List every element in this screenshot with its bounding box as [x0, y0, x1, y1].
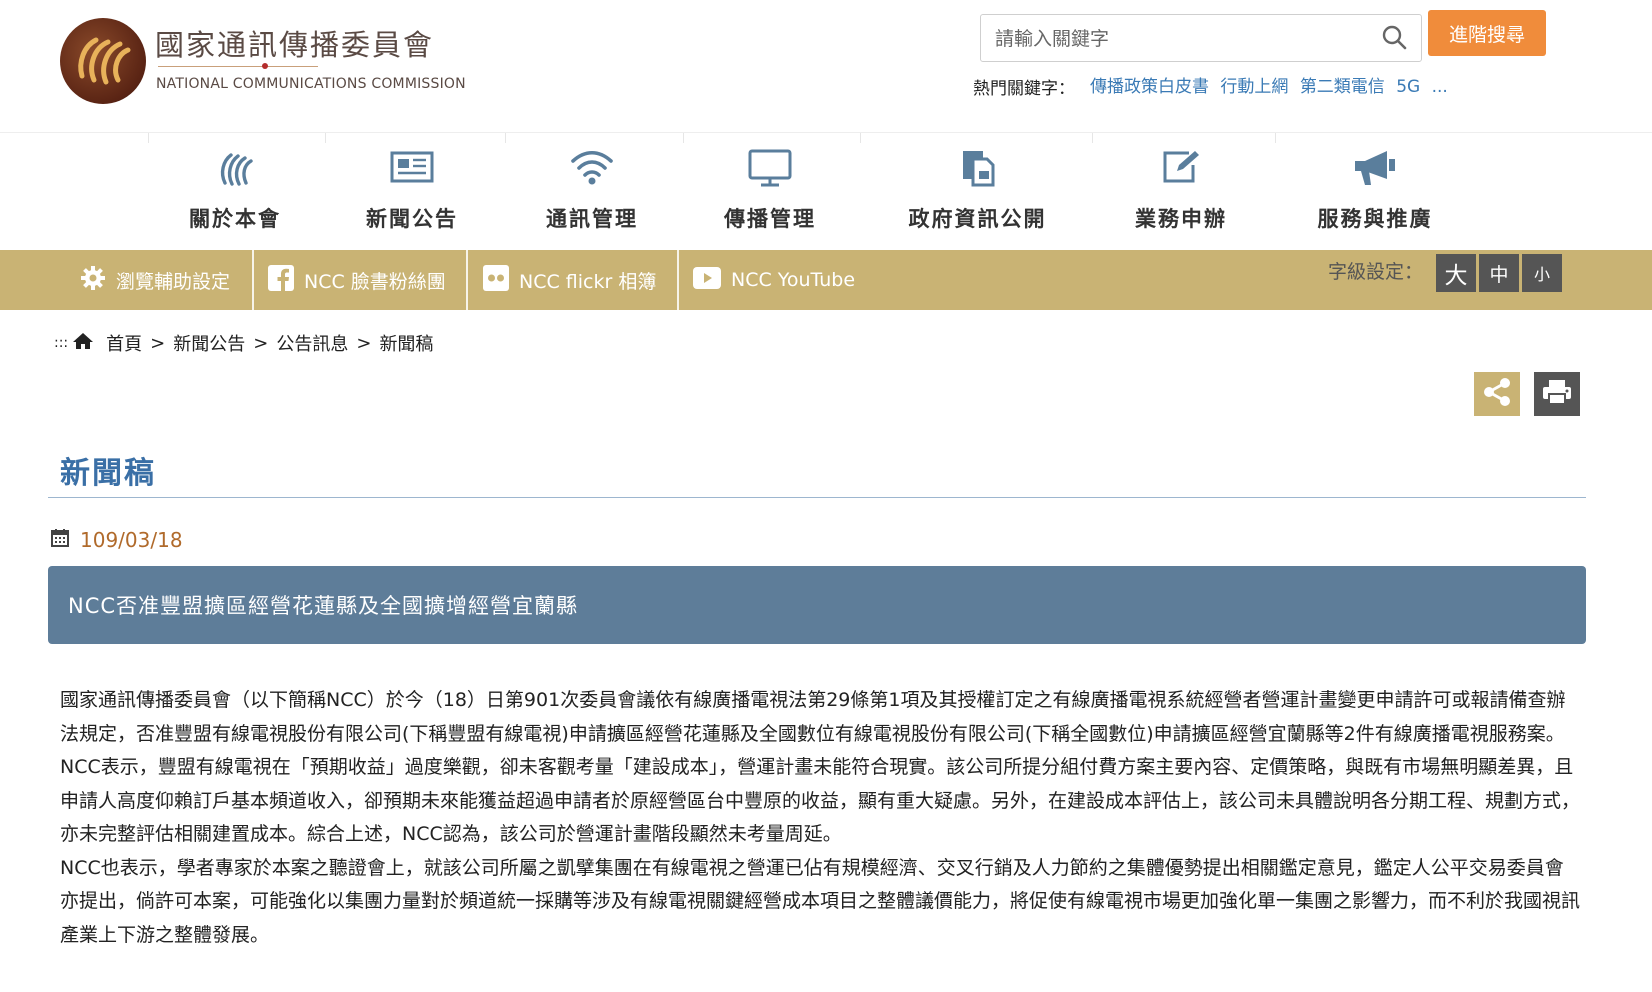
edit-icon: [1159, 147, 1203, 191]
nav-divider: [683, 133, 684, 143]
share-icon: [1481, 376, 1513, 412]
publish-date: 109/03/18: [50, 528, 183, 552]
breadcrumb-announcements[interactable]: 公告訊息: [276, 330, 348, 356]
article-paragraph: 國家通訊傳播委員會（以下簡稱NCC）於今（18）日第901次委員會議依有線廣播電…: [60, 689, 1566, 745]
hot-keyword-more[interactable]: ...: [1432, 77, 1448, 97]
nav-about[interactable]: 關於本會: [150, 133, 320, 251]
breadcrumb-news[interactable]: 新聞公告: [173, 330, 245, 356]
nav-label: 傳播管理: [724, 207, 816, 231]
site-title[interactable]: 國家通訊傳播委員會: [155, 22, 434, 64]
font-size-label: 字級設定：: [1328, 261, 1424, 283]
breadcrumb-separator: >: [150, 332, 166, 354]
page-title: 新聞稿: [60, 456, 156, 491]
util-divider: [466, 250, 468, 310]
nav-divider: [505, 133, 506, 143]
util-divider: [677, 250, 679, 310]
date-text: 109/03/18: [80, 528, 183, 552]
hot-keyword-link[interactable]: 行動上網: [1220, 77, 1288, 97]
nav-divider: [1275, 133, 1276, 143]
news-title: NCC否准豐盟擴區經營花蓮縣及全國擴增經營宜蘭縣: [68, 594, 579, 618]
breadcrumb-separator: >: [253, 332, 269, 354]
nav-divider: [325, 133, 326, 143]
documents-icon: [957, 147, 999, 193]
facebook-icon: [268, 264, 294, 296]
wifi-icon: [569, 147, 615, 191]
article-paragraph: NCC表示，豐盟有線電視在「預期收益」過度樂觀，卻未客觀考量「建設成本」，營運計…: [60, 756, 1581, 845]
nav-label: 業務申辦: [1135, 207, 1227, 231]
breadcrumb-current[interactable]: 新聞稿: [379, 330, 433, 356]
youtube-label: NCC YouTube: [731, 269, 856, 291]
article-paragraph: NCC也表示，學者專家於本案之聽證會上，就該公司所屬之凱擘集團在有線電視之營運已…: [60, 856, 1581, 946]
nav-telecom[interactable]: 通訊管理: [507, 133, 677, 251]
nav-news[interactable]: 新聞公告: [327, 133, 497, 251]
hot-keywords: 傳播政策白皮書 行動上網 第二類電信 5G ...: [1090, 72, 1454, 97]
advanced-search-button[interactable]: 進階搜尋: [1428, 10, 1546, 56]
search-input[interactable]: [993, 25, 1357, 53]
share-button[interactable]: [1474, 372, 1520, 416]
title-dot: [262, 63, 268, 69]
ncc-waves-icon: [213, 147, 257, 195]
main-navigation: 關於本會 新聞公告 通訊管理 傳播管理 政府資訊公開 業務申辦 服務與推廣: [0, 132, 1652, 251]
search-box: [980, 14, 1422, 62]
breadcrumb: ::: 首頁 > 新聞公告 > 公告訊息 > 新聞稿: [54, 330, 433, 356]
gear-icon: [80, 265, 106, 296]
megaphone-icon: [1351, 147, 1399, 193]
nav-label: 通訊管理: [546, 207, 638, 231]
search-icon[interactable]: [1381, 24, 1407, 54]
util-divider: [252, 250, 254, 310]
breadcrumb-home[interactable]: 首頁: [106, 330, 142, 356]
nav-divider: [148, 133, 149, 143]
hot-keyword-link[interactable]: 傳播政策白皮書: [1090, 77, 1209, 97]
flickr-link[interactable]: NCC flickr 相簿: [483, 250, 656, 310]
article-body: 國家通訊傳播委員會（以下簡稱NCC）於今（18）日第901次委員會議依有線廣播電…: [60, 684, 1580, 952]
font-size-medium-button[interactable]: 中: [1479, 254, 1519, 292]
news-title-bar: NCC否准豐盟擴區經營花蓮縣及全國擴增經營宜蘭縣: [48, 566, 1586, 644]
breadcrumb-accesskey[interactable]: :::: [54, 335, 68, 351]
monitor-icon: [747, 147, 793, 193]
home-icon: [72, 332, 94, 355]
newspaper-icon: [389, 147, 435, 191]
nav-divider: [1092, 133, 1093, 143]
nav-label: 新聞公告: [366, 207, 458, 231]
youtube-link[interactable]: NCC YouTube: [693, 250, 855, 310]
site-header: 國家通訊傳播委員會 NATIONAL COMMUNICATIONS COMMIS…: [0, 0, 1652, 132]
site-subtitle: NATIONAL COMMUNICATIONS COMMISSION: [156, 76, 466, 92]
facebook-link[interactable]: NCC 臉書粉絲團: [268, 250, 446, 310]
nav-gov-info[interactable]: 政府資訊公開: [890, 133, 1065, 251]
nav-label: 政府資訊公開: [908, 207, 1047, 231]
nav-promotion[interactable]: 服務與推廣: [1280, 133, 1470, 251]
facebook-label: NCC 臉書粉絲團: [304, 270, 446, 293]
hot-keywords-label: 熱門關鍵字：: [973, 79, 1075, 99]
ncc-logo[interactable]: [60, 18, 146, 104]
nav-label: 關於本會: [189, 207, 281, 231]
font-size-small-button[interactable]: 小: [1522, 254, 1562, 292]
flickr-label: NCC flickr 相簿: [519, 270, 657, 293]
nav-broadcast[interactable]: 傳播管理: [685, 133, 855, 251]
calendar-icon: [50, 528, 70, 552]
nav-label: 服務與推廣: [1317, 207, 1433, 231]
hot-keyword-link[interactable]: 5G: [1396, 77, 1420, 97]
nav-divider: [860, 133, 861, 143]
font-size-large-button[interactable]: 大: [1436, 254, 1476, 292]
accessibility-label: 瀏覽輔助設定: [116, 270, 231, 293]
nav-services[interactable]: 業務申辦: [1096, 133, 1266, 251]
print-icon: [1541, 378, 1573, 410]
print-button[interactable]: [1534, 372, 1580, 416]
hot-keyword-link[interactable]: 第二類電信: [1300, 77, 1385, 97]
breadcrumb-separator: >: [356, 332, 372, 354]
heading-divider: [48, 497, 1586, 498]
flickr-icon: [483, 264, 509, 296]
youtube-icon: [693, 266, 721, 294]
accessibility-settings[interactable]: 瀏覽輔助設定: [80, 250, 230, 310]
title-divider: [158, 66, 318, 67]
